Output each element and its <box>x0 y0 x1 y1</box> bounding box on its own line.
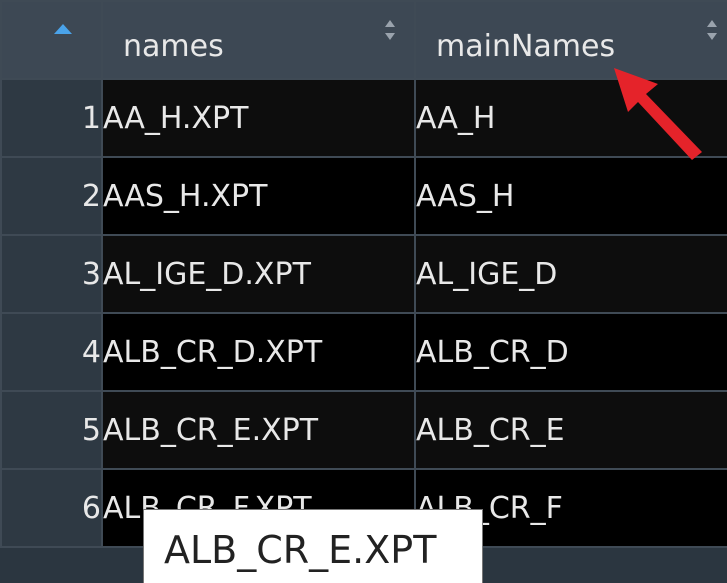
cell-names[interactable]: ALB_CR_D.XPT <box>101 312 416 392</box>
cell-mainNames[interactable]: AL_IGE_D <box>414 234 727 314</box>
cell-names[interactable]: ALB_CR_E.XPT <box>101 390 416 470</box>
column-header-label: names <box>123 29 224 64</box>
row-index: 4 <box>0 312 103 392</box>
data-viewer: names mainNames 1 AA_H.XPT AA_H 2 AAS_H.… <box>0 0 727 583</box>
row-index: 6 <box>0 468 103 548</box>
cell-mainNames[interactable]: ALB_CR_D <box>414 312 727 392</box>
table-row[interactable]: 3 AL_IGE_D.XPT AL_IGE_D <box>0 234 727 314</box>
row-index: 3 <box>0 234 103 314</box>
cell-names[interactable]: AL_IGE_D.XPT <box>101 234 416 314</box>
table-row[interactable]: 5 ALB_CR_E.XPT ALB_CR_E <box>0 390 727 470</box>
index-column-header[interactable] <box>0 0 103 80</box>
table-row[interactable]: 4 ALB_CR_D.XPT ALB_CR_D <box>0 312 727 392</box>
row-index: 2 <box>0 156 103 236</box>
row-index: 5 <box>0 390 103 470</box>
cell-tooltip: ALB_CR_E.XPT <box>143 509 483 583</box>
cell-names[interactable]: AAS_H.XPT <box>101 156 416 236</box>
sort-both-icon[interactable] <box>384 18 396 42</box>
cell-mainNames[interactable]: AAS_H <box>414 156 727 236</box>
sort-both-icon[interactable] <box>706 18 718 42</box>
cell-mainNames[interactable]: ALB_CR_E <box>414 390 727 470</box>
annotation-arrow-icon <box>614 68 702 160</box>
index-header-label <box>2 64 101 78</box>
row-index: 1 <box>0 78 103 158</box>
sort-ascending-icon[interactable] <box>54 24 72 34</box>
column-header-names[interactable]: names <box>101 0 416 80</box>
table-row[interactable]: 2 AAS_H.XPT AAS_H <box>0 156 727 236</box>
cell-names[interactable]: AA_H.XPT <box>101 78 416 158</box>
